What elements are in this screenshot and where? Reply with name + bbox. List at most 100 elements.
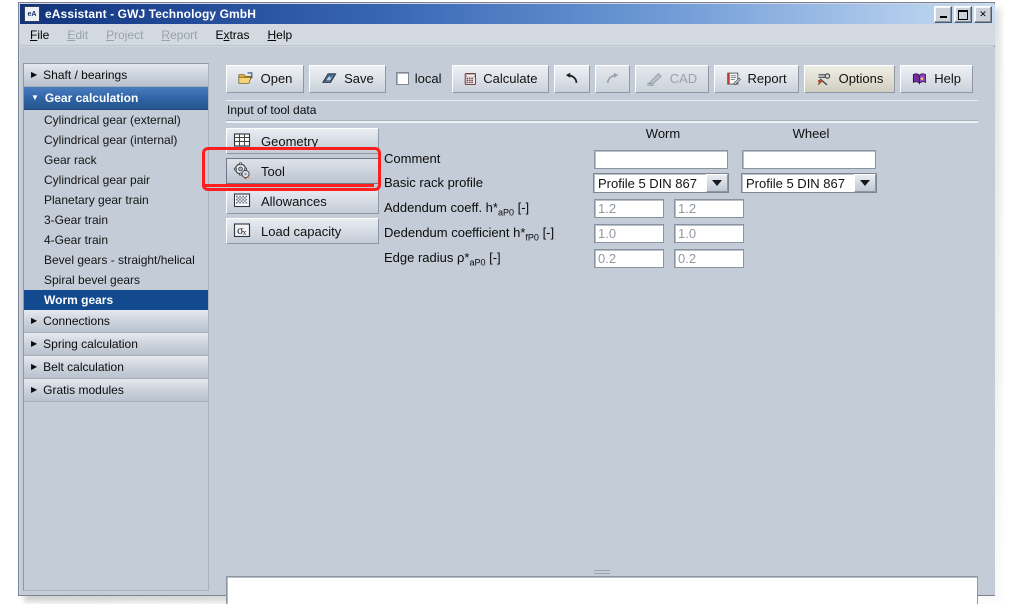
form-row-basic-rack-profile: Basic rack profile Profile 5 DIN 867 Pro… — [380, 172, 940, 196]
comment-input-worm[interactable] — [594, 150, 728, 169]
report-button[interactable]: Report — [714, 65, 798, 93]
addendum-coefficient-input-wheel[interactable] — [674, 199, 744, 218]
select-value: Profile 5 DIN 867 — [598, 176, 697, 191]
open-button[interactable]: Open — [226, 65, 304, 93]
sigma-x-icon: σ x — [233, 222, 251, 240]
redo-button[interactable] — [595, 65, 630, 93]
tab-tool[interactable]: Tool — [226, 158, 379, 184]
close-button[interactable]: ✕ — [974, 6, 992, 23]
menu-report[interactable]: Report — [161, 28, 197, 42]
sidebar-item-bevel-gears-straight-helical[interactable]: Bevel gears - straight/helical — [24, 250, 208, 270]
sidebar-label: Bevel gears - straight/helical — [44, 253, 195, 267]
checkbox-box[interactable] — [396, 72, 409, 85]
report-button-label: Report — [748, 71, 787, 86]
svg-text:x: x — [243, 229, 247, 237]
basic-rack-profile-select-wheel[interactable]: Profile 5 DIN 867 — [741, 173, 877, 193]
sidebar-label: Worm gears — [44, 293, 113, 307]
dedendum-coefficient-input-worm[interactable] — [594, 224, 664, 243]
calculate-button-label: Calculate — [483, 71, 537, 86]
chevron-down-icon[interactable] — [854, 174, 876, 192]
comment-input-wheel[interactable] — [742, 150, 876, 169]
sidebar-label: Shaft / bearings — [43, 68, 127, 82]
sidebar-item-planetary-gear-train[interactable]: Planetary gear train — [24, 190, 208, 210]
label-unit: [-] — [518, 200, 530, 215]
sidebar-group-spring-calculation[interactable]: ▶ Spring calculation — [24, 333, 208, 356]
addendum-coefficient-input-worm[interactable] — [594, 199, 664, 218]
label-subscript: aP0 — [498, 208, 514, 218]
save-button[interactable]: Save — [309, 65, 385, 93]
sidebar-item-cylindrical-gear-pair[interactable]: Cylindrical gear pair — [24, 170, 208, 190]
form-row-addendum-coefficient: Addendum coeff. h*aP0 [-] — [380, 197, 940, 221]
sidebar-item-worm-gears[interactable]: Worm gears — [24, 290, 208, 310]
tab-label: Load capacity — [261, 224, 341, 239]
calculator-icon — [464, 71, 477, 87]
form-row-comment: Comment — [380, 148, 940, 172]
sidebar-item-cylindrical-gear-external[interactable]: Cylindrical gear (external) — [24, 110, 208, 130]
app-icon: eA — [24, 6, 40, 22]
cad-button-label: CAD — [670, 71, 697, 86]
navigation-sidebar[interactable]: ▶ Shaft / bearings ▼ Gear calculation Cy… — [23, 63, 209, 591]
sidebar-group-gear-calculation[interactable]: ▼ Gear calculation — [24, 87, 208, 110]
help-button[interactable]: Help — [900, 65, 973, 93]
sidebar-group-gratis-modules[interactable]: ▶ Gratis modules — [24, 379, 208, 402]
menu-edit[interactable]: Edit — [67, 28, 88, 42]
menu-project[interactable]: Project — [106, 28, 143, 42]
tolerance-chart-icon — [233, 192, 251, 210]
tab-allowances[interactable]: Allowances — [226, 188, 379, 214]
sidebar-label: Planetary gear train — [44, 193, 149, 207]
grid-icon — [233, 132, 251, 150]
label-unit: [-] — [489, 250, 501, 265]
floppy-disk-icon — [321, 71, 337, 87]
maximize-button[interactable] — [954, 6, 972, 23]
chevron-down-icon[interactable] — [706, 174, 728, 192]
tab-button-column: Geometry — [226, 128, 379, 248]
undo-icon — [563, 72, 580, 86]
edge-radius-input-wheel[interactable] — [674, 249, 744, 268]
sidebar-item-gear-rack[interactable]: Gear rack — [24, 150, 208, 170]
undo-button[interactable] — [554, 65, 589, 93]
sidebar-label: Spiral bevel gears — [44, 273, 140, 287]
open-button-label: Open — [261, 71, 293, 86]
sidebar-item-4-gear-train[interactable]: 4-Gear train — [24, 230, 208, 250]
screenshot-root: eA eAssistant - GWJ Technology GmbH ✕ Fi… — [0, 0, 1017, 604]
sidebar-item-cylindrical-gear-internal[interactable]: Cylindrical gear (internal) — [24, 130, 208, 150]
sidebar-group-belt-calculation[interactable]: ▶ Belt calculation — [24, 356, 208, 379]
sidebar-label: 4-Gear train — [44, 233, 108, 247]
calculate-button[interactable]: Calculate — [452, 65, 550, 93]
report-document-icon — [726, 71, 740, 87]
menu-extras[interactable]: Extras — [215, 28, 249, 42]
dedendum-coefficient-input-wheel[interactable] — [674, 224, 744, 243]
sidebar-item-spiral-bevel-gears[interactable]: Spiral bevel gears — [24, 270, 208, 290]
save-button-label: Save — [344, 71, 374, 86]
minimize-button[interactable] — [934, 6, 952, 23]
tab-label: Allowances — [261, 194, 327, 209]
splitter-grip-icon[interactable] — [594, 570, 610, 575]
sidebar-label: Gear calculation — [45, 91, 138, 105]
minimize-icon — [940, 16, 947, 18]
column-header-wheel: Wheel — [743, 126, 879, 141]
local-checkbox-label: local — [415, 71, 442, 86]
cad-button[interactable]: CAD — [635, 65, 709, 93]
menu-file[interactable]: File — [30, 28, 49, 42]
cad-ruler-pen-icon — [647, 71, 663, 87]
local-checkbox[interactable]: local — [396, 71, 442, 86]
options-button-label: Options — [839, 71, 884, 86]
chevron-right-icon: ▶ — [31, 317, 37, 325]
folder-open-icon — [238, 71, 254, 87]
sidebar-label: 3-Gear train — [44, 213, 108, 227]
message-output-box[interactable] — [226, 576, 978, 604]
menu-help[interactable]: Help — [267, 28, 292, 42]
tab-load-capacity[interactable]: σ x Load capacity — [226, 218, 379, 244]
sidebar-group-shaft-bearings[interactable]: ▶ Shaft / bearings — [24, 64, 208, 87]
tab-geometry[interactable]: Geometry — [226, 128, 379, 154]
label-text: Edge radius ρ* — [384, 250, 469, 265]
gears-icon — [233, 162, 251, 180]
chevron-right-icon: ▶ — [31, 363, 37, 371]
sidebar-group-connections[interactable]: ▶ Connections — [24, 310, 208, 333]
basic-rack-profile-select-worm[interactable]: Profile 5 DIN 867 — [593, 173, 729, 193]
sidebar-label: Belt calculation — [43, 360, 124, 374]
edge-radius-input-worm[interactable] — [594, 249, 664, 268]
options-button[interactable]: Options — [804, 65, 896, 93]
label-text: Addendum coeff. h* — [384, 200, 498, 215]
sidebar-item-3-gear-train[interactable]: 3-Gear train — [24, 210, 208, 230]
